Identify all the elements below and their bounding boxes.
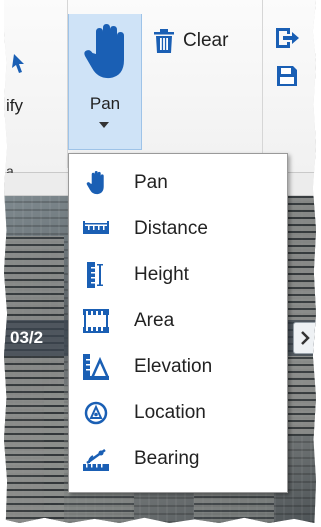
menu-item-label: Bearing (134, 448, 200, 469)
capture-date: 03/2 (10, 328, 44, 347)
ribbon-separator (262, 0, 263, 168)
ruler-icon (83, 216, 109, 242)
menu-item-label: Location (134, 402, 206, 423)
menu-item-location[interactable]: Location (69, 390, 287, 436)
screenshot-frame: ify a Pan Clear 03/2 Pan Distance Height… (4, 0, 316, 523)
menu-item-label: Distance (134, 218, 208, 239)
menu-item-label: Height (134, 264, 189, 285)
next-image-button[interactable] (293, 322, 316, 354)
menu-item-label: Elevation (134, 356, 213, 377)
menu-item-bearing[interactable]: Bearing (69, 436, 287, 482)
chevron-right-icon (301, 331, 310, 345)
menu-item-label: Area (134, 310, 175, 331)
chevron-down-icon[interactable] (99, 122, 109, 128)
pan-button-label: Pan (89, 94, 121, 113)
export-button[interactable] (274, 26, 300, 55)
ribbon-toolbar: ify a Pan Clear (4, 0, 316, 179)
save-button[interactable] (275, 64, 299, 93)
pan-button[interactable]: Pan (68, 14, 142, 150)
menu-item-area[interactable]: Area (69, 298, 287, 344)
trash-icon (154, 29, 174, 53)
menu-item-pan[interactable]: Pan (69, 160, 287, 206)
save-icon (277, 66, 297, 86)
pan-tools-dropdown: Pan Distance Height Area Elevation Locat… (68, 153, 288, 493)
elevation-icon (83, 354, 109, 380)
menu-item-distance[interactable]: Distance (69, 206, 287, 252)
bearing-icon (83, 446, 109, 472)
hand-icon (83, 170, 109, 196)
menu-item-elevation[interactable]: Elevation (69, 344, 287, 390)
location-icon (83, 400, 109, 426)
vertical-ruler-icon (83, 262, 109, 288)
clear-button-label: Clear (183, 30, 229, 51)
export-icon (276, 28, 299, 48)
hand-icon (84, 24, 124, 79)
partial-tool-label[interactable]: ify (6, 96, 23, 116)
menu-item-height[interactable]: Height (69, 252, 287, 298)
area-icon (83, 308, 109, 334)
clear-button[interactable]: Clear (154, 26, 228, 56)
partial-tool-icon[interactable] (10, 52, 32, 81)
menu-item-label: Pan (134, 172, 168, 193)
